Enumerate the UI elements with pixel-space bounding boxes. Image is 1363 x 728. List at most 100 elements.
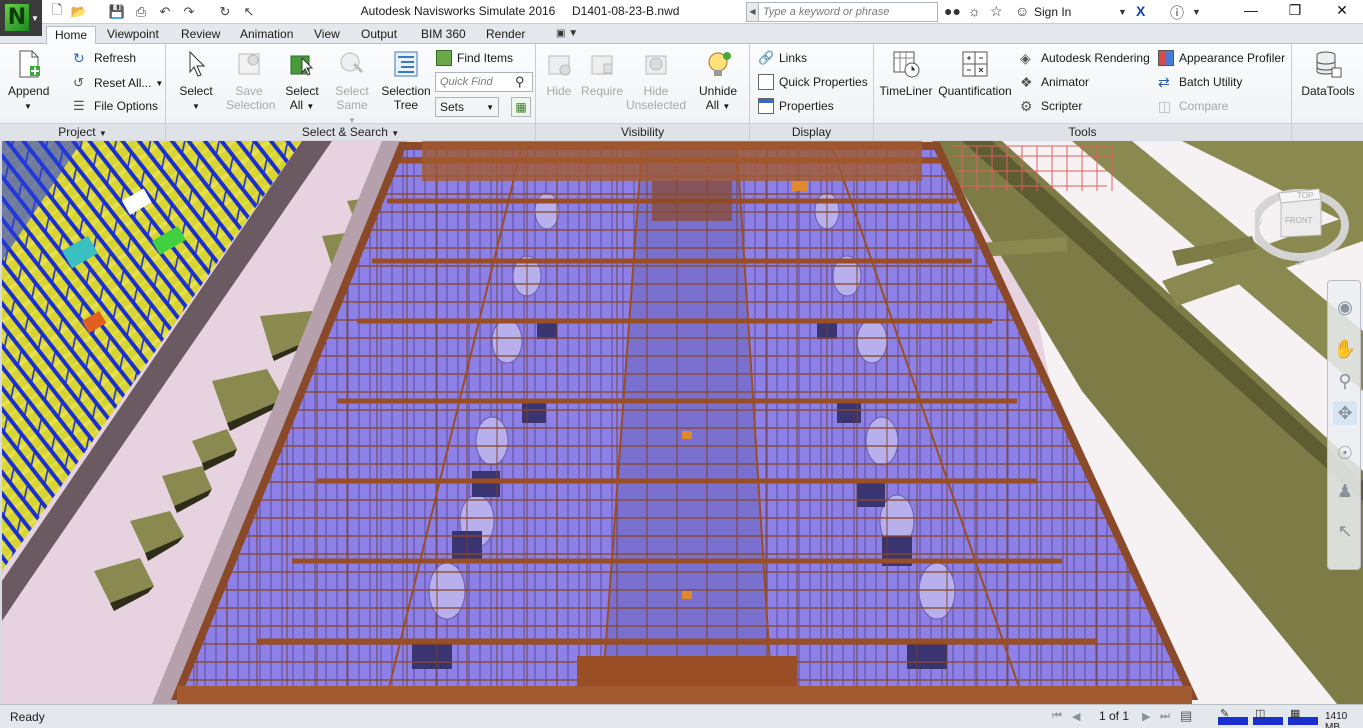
- status-text: Ready: [10, 710, 45, 724]
- walk-icon[interactable]: ♟: [1333, 479, 1357, 503]
- quick-find-search-icon[interactable]: ⚲: [515, 74, 525, 90]
- animator-label: Animator: [1041, 75, 1090, 89]
- redo-icon[interactable]: ↷: [180, 3, 198, 21]
- appearance-profiler-icon: [1158, 50, 1174, 66]
- select-cursor-icon[interactable]: ↖: [1333, 519, 1357, 543]
- undo-icon[interactable]: ↶: [156, 3, 174, 21]
- rendering-icon: ◈: [1020, 50, 1031, 66]
- sign-in-dropdown-icon[interactable]: ▼: [1118, 7, 1127, 17]
- tab-viewpoint[interactable]: Viewpoint: [99, 26, 167, 44]
- subscription-icon[interactable]: ☼: [968, 3, 981, 19]
- tab-render[interactable]: Render: [478, 26, 533, 44]
- reset-all-button[interactable]: ↺ Reset All... ▼: [73, 73, 163, 93]
- minimize-icon[interactable]: —: [1236, 2, 1266, 18]
- print-icon[interactable]: ⎙: [132, 3, 150, 21]
- ribbon-options-icon[interactable]: ▣ ▼: [556, 28, 578, 39]
- refresh-icon[interactable]: ↻: [216, 3, 234, 21]
- compass-w-label: W: [1255, 217, 1263, 228]
- sheet-indicator: 1 of 1: [1099, 709, 1130, 723]
- 3d-viewport[interactable]: [2, 141, 1363, 704]
- close-icon[interactable]: ✕: [1327, 2, 1357, 19]
- manage-sets-icon[interactable]: ▦: [511, 97, 531, 117]
- refresh-button[interactable]: ↻ Refresh: [73, 48, 136, 68]
- sheet-browser-icon[interactable]: ▤: [1180, 708, 1192, 724]
- tab-animation[interactable]: Animation: [232, 26, 301, 44]
- project-panel-title[interactable]: Project ▼: [0, 123, 165, 140]
- pan-hand-icon[interactable]: ✋: [1333, 337, 1357, 361]
- autodesk-rendering-label: Autodesk Rendering: [1041, 51, 1150, 65]
- unhide-all-button[interactable]: Unhide All ▼: [694, 48, 742, 114]
- open-file-icon[interactable]: 📂: [70, 3, 88, 21]
- last-sheet-icon[interactable]: ⏭: [1160, 710, 1170, 723]
- help-icon[interactable]: ⓘ: [1170, 3, 1184, 23]
- file-options-label: File Options: [94, 99, 159, 113]
- autodesk-rendering-button[interactable]: ◈ Autodesk Rendering: [1020, 48, 1150, 68]
- sign-in-button[interactable]: Sign In: [1034, 5, 1071, 19]
- next-sheet-icon[interactable]: ▶: [1142, 710, 1150, 723]
- properties-button[interactable]: Properties: [758, 96, 834, 116]
- select-all-button[interactable]: Select All ▼: [282, 48, 322, 114]
- viewcube-front-label: FRONT: [1285, 216, 1313, 225]
- unhide-all-icon: [708, 52, 731, 76]
- find-items-button[interactable]: Find Items: [436, 48, 513, 68]
- timeliner-icon: [893, 51, 920, 78]
- project-panel: Append ▼ ↻ Refresh ↺ Reset All... ▼ ☰ File Op…: [0, 44, 166, 140]
- viewcube[interactable]: TOP FRONT W S: [1255, 165, 1355, 265]
- previous-sheet-icon[interactable]: ◀: [1072, 710, 1080, 723]
- require-button[interactable]: Require: [578, 48, 626, 98]
- select-button[interactable]: Select ▼: [176, 48, 216, 114]
- search-input[interactable]: Type a keyword or phrase: [758, 2, 938, 22]
- animator-button[interactable]: ❖ Animator: [1020, 72, 1089, 92]
- favorites-icon[interactable]: ☆: [990, 3, 1003, 20]
- cursor-icon: [189, 50, 206, 77]
- zoom-window-icon[interactable]: ⚲: [1333, 369, 1357, 393]
- links-button[interactable]: 🔗 Links: [758, 48, 807, 68]
- append-button[interactable]: Append ▼: [8, 48, 49, 114]
- tab-view[interactable]: View: [306, 26, 348, 44]
- binoculars-icon[interactable]: ●●: [944, 3, 961, 19]
- tools-panel: TimeLiner Quantification ◈ Autodesk Rende…: [874, 44, 1292, 140]
- new-file-icon[interactable]: 🗋: [48, 2, 66, 21]
- search-expand-icon[interactable]: ◀: [746, 2, 758, 22]
- refresh-icon: ↻: [73, 50, 85, 66]
- scripter-button[interactable]: ⚙ Scripter: [1020, 96, 1082, 116]
- tab-home[interactable]: Home: [46, 26, 97, 45]
- properties-label: Properties: [779, 99, 834, 113]
- selection-tree-button[interactable]: Selection Tree: [380, 48, 432, 112]
- exchange-apps-icon[interactable]: X: [1136, 3, 1145, 19]
- batch-utility-button[interactable]: ⇄ Batch Utility: [1158, 72, 1242, 92]
- select-same-button[interactable]: Select Same ▼: [332, 48, 372, 128]
- restore-icon[interactable]: ❐: [1280, 2, 1310, 19]
- compare-button[interactable]: ◫ Compare: [1158, 96, 1228, 116]
- datatools-button[interactable]: DataTools: [1298, 48, 1358, 98]
- bottom-beam: [177, 686, 1192, 704]
- append-dropdown-icon: ▼: [24, 102, 32, 111]
- quick-properties-button[interactable]: Quick Properties: [758, 72, 868, 92]
- help-dropdown-icon[interactable]: ▼: [1192, 7, 1201, 17]
- look-around-icon[interactable]: ☉: [1333, 441, 1357, 465]
- cursor-select-icon[interactable]: ↖: [240, 3, 258, 21]
- hide-unselected-button[interactable]: Hide Unselected: [624, 48, 688, 112]
- tools-panel-title: Tools: [874, 123, 1291, 140]
- timeliner-button[interactable]: TimeLiner: [878, 48, 934, 98]
- tab-bim360[interactable]: BIM 360: [413, 26, 474, 44]
- navisworks-logo-icon: N: [5, 4, 29, 31]
- hide-button[interactable]: Hide: [542, 48, 576, 98]
- file-options-button[interactable]: ☰ File Options: [73, 96, 158, 116]
- orbit-icon[interactable]: ✥: [1333, 401, 1357, 425]
- select-search-panel-title[interactable]: Select & Search ▼: [166, 123, 535, 140]
- tab-output[interactable]: Output: [353, 26, 405, 44]
- application-menu-button[interactable]: N ▼: [0, 0, 42, 36]
- sets-dropdown[interactable]: Sets ▼: [435, 97, 499, 117]
- appearance-profiler-button[interactable]: Appearance Profiler: [1158, 48, 1285, 68]
- sets-label: Sets: [440, 100, 465, 114]
- steering-wheel-icon[interactable]: ◉: [1333, 295, 1357, 319]
- tab-review[interactable]: Review: [173, 26, 228, 44]
- model-scene[interactable]: [2, 141, 1363, 704]
- first-sheet-icon[interactable]: ⏮: [1052, 710, 1062, 723]
- quick-properties-label: Quick Properties: [779, 75, 868, 89]
- user-icon[interactable]: ☺: [1015, 3, 1029, 19]
- save-icon[interactable]: 💾: [108, 3, 126, 21]
- quantification-button[interactable]: Quantification: [936, 48, 1014, 98]
- save-selection-button[interactable]: Save Selection: [226, 48, 275, 112]
